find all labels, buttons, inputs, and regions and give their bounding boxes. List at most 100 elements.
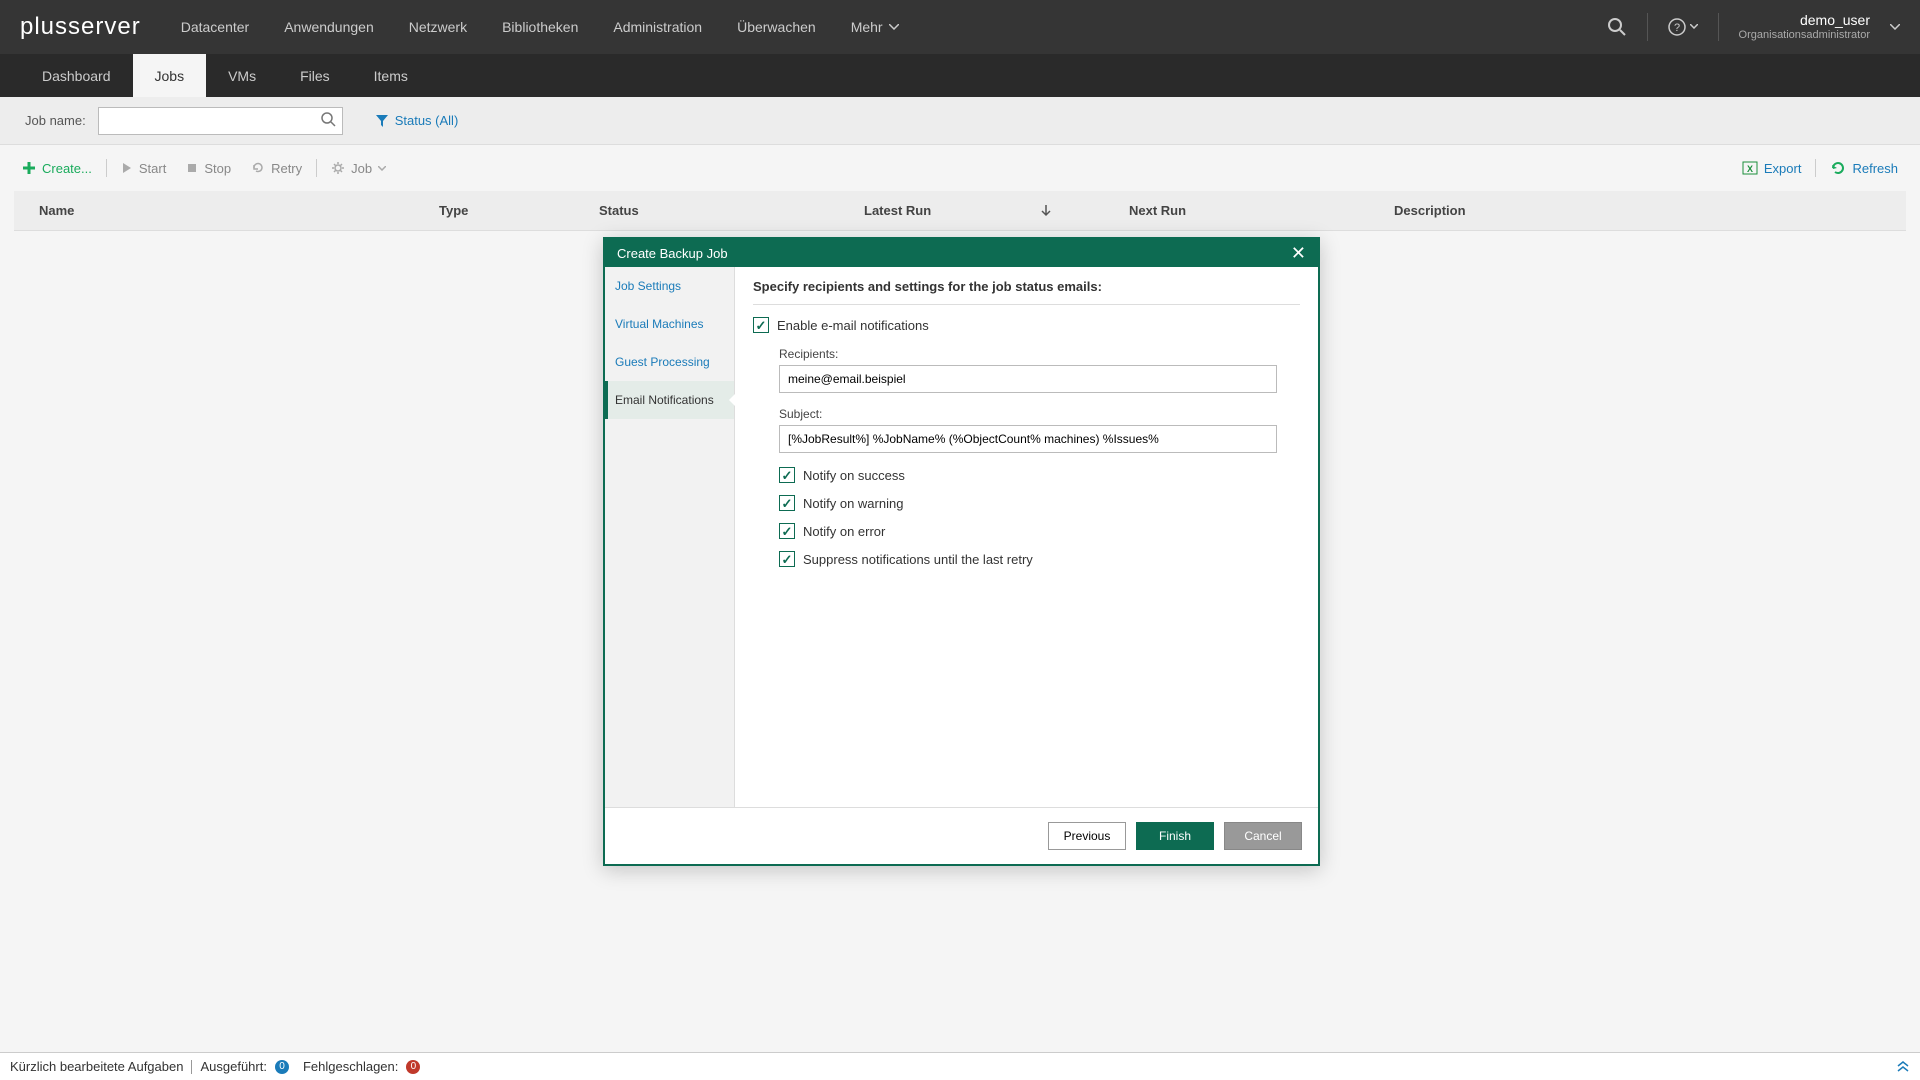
tab-files[interactable]: Files bbox=[278, 54, 352, 97]
close-icon[interactable]: ✕ bbox=[1291, 244, 1306, 262]
recipients-input[interactable] bbox=[779, 365, 1277, 393]
filter-row: Job name: Status (All) bbox=[0, 97, 1920, 145]
refresh-icon bbox=[1830, 160, 1846, 176]
subject-label: Subject: bbox=[779, 407, 1300, 421]
footer-done-badge: 0 bbox=[275, 1060, 289, 1074]
enable-email-checkbox[interactable] bbox=[753, 317, 769, 333]
stop-label: Stop bbox=[204, 161, 231, 176]
notify-warning-label: Notify on warning bbox=[803, 496, 903, 511]
col-status[interactable]: Status bbox=[599, 203, 864, 218]
nav-datacenter[interactable]: Datacenter bbox=[181, 19, 249, 35]
notify-success-checkbox[interactable] bbox=[779, 467, 795, 483]
export-button[interactable]: X Export bbox=[1732, 154, 1812, 182]
nav-mehr-label: Mehr bbox=[851, 19, 883, 35]
divider bbox=[1647, 13, 1648, 41]
notify-warning-row[interactable]: Notify on warning bbox=[779, 495, 1300, 511]
brand-logo: plusserver bbox=[20, 13, 141, 41]
wizstep-job-settings[interactable]: Job Settings bbox=[605, 267, 734, 305]
user-role: Organisationsadministrator bbox=[1739, 29, 1870, 42]
modal-heading: Specify recipients and settings for the … bbox=[753, 279, 1300, 305]
modal-sidebar: Job Settings Virtual Machines Guest Proc… bbox=[605, 267, 735, 807]
refresh-button[interactable]: Refresh bbox=[1820, 154, 1908, 182]
footer-recent[interactable]: Kürzlich bearbeitete Aufgaben bbox=[10, 1059, 183, 1074]
tab-vms[interactable]: VMs bbox=[206, 54, 278, 97]
col-next[interactable]: Next Run bbox=[1129, 203, 1394, 218]
wizstep-virtual-machines[interactable]: Virtual Machines bbox=[605, 305, 734, 343]
start-label: Start bbox=[139, 161, 166, 176]
retry-button[interactable]: Retry bbox=[241, 155, 312, 182]
suppress-checkbox[interactable] bbox=[779, 551, 795, 567]
col-name[interactable]: Name bbox=[39, 203, 439, 218]
status-filter[interactable]: Status (All) bbox=[375, 113, 459, 128]
col-latest[interactable]: Latest Run bbox=[864, 203, 1129, 218]
stop-icon bbox=[186, 162, 198, 174]
job-menu-button[interactable]: Job bbox=[321, 155, 396, 182]
nav-anwendungen[interactable]: Anwendungen bbox=[284, 19, 374, 35]
footer-fail-badge: 0 bbox=[406, 1060, 420, 1074]
notify-success-row[interactable]: Notify on success bbox=[779, 467, 1300, 483]
toolbar: Create... Start Stop Retry Job X Export … bbox=[0, 145, 1920, 191]
enable-email-row[interactable]: Enable e-mail notifications bbox=[753, 317, 1300, 333]
modal-title-bar: Create Backup Job ✕ bbox=[605, 239, 1318, 267]
svg-text:?: ? bbox=[1673, 22, 1679, 34]
create-label: Create... bbox=[42, 161, 92, 176]
chevron-down-icon bbox=[889, 24, 899, 30]
retry-label: Retry bbox=[271, 161, 302, 176]
notify-error-row[interactable]: Notify on error bbox=[779, 523, 1300, 539]
tab-jobs[interactable]: Jobs bbox=[133, 54, 207, 97]
suppress-label: Suppress notifications until the last re… bbox=[803, 552, 1033, 567]
tab-dashboard[interactable]: Dashboard bbox=[20, 54, 133, 97]
chevron-down-icon bbox=[378, 166, 386, 171]
retry-icon bbox=[251, 161, 265, 175]
modal-body: Job Settings Virtual Machines Guest Proc… bbox=[605, 267, 1318, 807]
expand-up-icon[interactable] bbox=[1896, 1061, 1910, 1073]
suppress-row[interactable]: Suppress notifications until the last re… bbox=[779, 551, 1300, 567]
tab-items[interactable]: Items bbox=[352, 54, 430, 97]
subject-input[interactable] bbox=[779, 425, 1277, 453]
nav-netzwerk[interactable]: Netzwerk bbox=[409, 19, 467, 35]
finish-button[interactable]: Finish bbox=[1136, 822, 1214, 850]
modal-footer: Previous Finish Cancel bbox=[605, 807, 1318, 864]
notify-error-checkbox[interactable] bbox=[779, 523, 795, 539]
jobname-label: Job name: bbox=[25, 113, 86, 128]
nav-mehr[interactable]: Mehr bbox=[851, 19, 899, 35]
job-label: Job bbox=[351, 161, 372, 176]
previous-button[interactable]: Previous bbox=[1048, 822, 1126, 850]
notify-warning-checkbox[interactable] bbox=[779, 495, 795, 511]
export-label: Export bbox=[1764, 161, 1802, 176]
start-button[interactable]: Start bbox=[111, 155, 176, 182]
separator bbox=[1815, 159, 1816, 177]
cancel-button[interactable]: Cancel bbox=[1224, 822, 1302, 850]
nav-bibliotheken[interactable]: Bibliotheken bbox=[502, 19, 578, 35]
chevron-down-icon bbox=[1890, 24, 1900, 30]
col-desc[interactable]: Description bbox=[1394, 203, 1881, 218]
filter-icon bbox=[375, 114, 389, 128]
footer-done-label: Ausgeführt: bbox=[200, 1059, 267, 1074]
divider bbox=[1718, 13, 1719, 41]
topnav-items: Datacenter Anwendungen Netzwerk Biblioth… bbox=[181, 19, 1607, 35]
jobname-input[interactable] bbox=[98, 107, 343, 135]
separator bbox=[106, 159, 107, 177]
status-filter-label: Status (All) bbox=[395, 113, 459, 128]
user-menu[interactable]: demo_user Organisationsadministrator bbox=[1739, 12, 1870, 42]
modal-title: Create Backup Job bbox=[617, 246, 728, 261]
help-icon[interactable]: ? bbox=[1668, 18, 1698, 36]
separator bbox=[316, 159, 317, 177]
wizstep-email-notifications[interactable]: Email Notifications bbox=[605, 381, 734, 419]
nav-administration[interactable]: Administration bbox=[613, 19, 702, 35]
wizstep-guest-processing[interactable]: Guest Processing bbox=[605, 343, 734, 381]
plus-icon bbox=[22, 161, 36, 175]
sort-down-icon bbox=[1041, 205, 1051, 217]
table-header: Name Type Status Latest Run Next Run Des… bbox=[14, 191, 1906, 231]
notify-success-label: Notify on success bbox=[803, 468, 905, 483]
create-button[interactable]: Create... bbox=[12, 155, 102, 182]
search-icon[interactable] bbox=[321, 112, 337, 128]
nav-ueberwachen[interactable]: Überwachen bbox=[737, 19, 816, 35]
recipients-label: Recipients: bbox=[779, 347, 1300, 361]
stop-button[interactable]: Stop bbox=[176, 155, 241, 182]
footer-fail-label: Fehlgeschlagen: bbox=[303, 1059, 398, 1074]
col-type[interactable]: Type bbox=[439, 203, 599, 218]
search-icon[interactable] bbox=[1607, 17, 1627, 37]
jobname-search bbox=[98, 107, 343, 135]
play-icon bbox=[121, 162, 133, 174]
